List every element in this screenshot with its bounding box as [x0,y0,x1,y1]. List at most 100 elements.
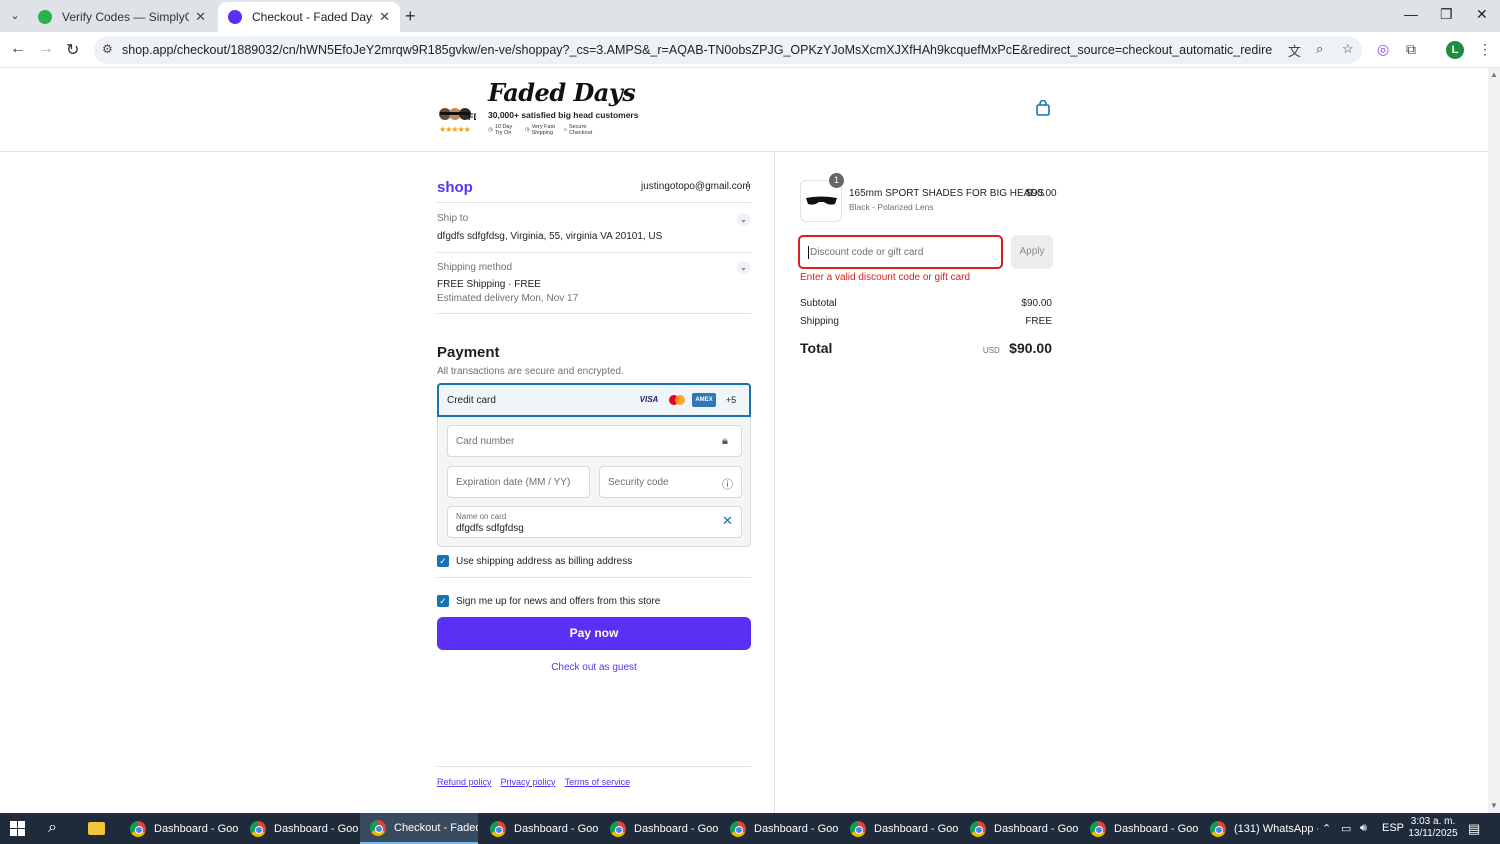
help-question-icon[interactable]: ⓘ [722,476,733,492]
trust-badges: ◷ 10 Day Try On ◷ Very Fast Shipping ⌂ Secu… [488,124,593,136]
card-number-field[interactable]: Card number 🔒︎ [447,425,742,457]
payment-title: Payment [437,344,500,361]
taskbar-app[interactable]: Dashboard - Goo... [240,813,358,844]
network-icon[interactable]: ▭ [1341,822,1351,835]
reload-icon[interactable]: ↻ [66,40,79,60]
taskbar-app-active[interactable]: Checkout - Faded... [360,813,478,844]
divider [437,577,751,578]
shipping-value: FREE [1025,316,1052,327]
volume-icon[interactable]: 🔊︎ [1360,822,1367,835]
close-tab-icon[interactable]: ✕ [195,9,206,25]
chrome-icon [1210,820,1226,837]
rating-stars: ★★★★★ [439,125,471,134]
total-row: Total USD $90.00 [800,340,1052,358]
calendar-icon: ◷ [488,127,493,133]
trust-badge: ⌂ Secure Checkout [563,124,593,136]
security-code-field[interactable]: Security code ⓘ [599,466,742,498]
product-price: $90.00 [1026,188,1057,199]
new-tab-icon[interactable]: + [405,6,416,27]
close-window-icon[interactable]: ✕ [1476,6,1488,23]
chrome-icon [490,820,506,837]
language-indicator[interactable]: ESP [1382,822,1404,834]
tab-strip: ⌄ Verify Codes — SimplyCodes ✕ Checkout … [0,0,1500,32]
truck-icon: ◷ [524,127,530,133]
tray-chevron-icon[interactable]: ⌃ [1322,822,1331,835]
terms-of-service-link[interactable]: Terms of service [565,777,631,787]
address-bar[interactable]: ⚙ shop.app/checkout/1889032/cn/hWN5EfoJe… [94,36,1362,64]
browser-toolbar: ← → ↻ ⚙ shop.app/checkout/1889032/cn/hWN… [0,32,1500,68]
account-menu-icon[interactable]: ⋮ [742,179,754,193]
search-icon[interactable]: ⌕ [48,819,57,837]
zoom-icon[interactable]: ⌕ [1316,41,1323,57]
taskbar-app[interactable]: (131) WhatsApp -... [1200,813,1318,844]
taskbar-app[interactable]: Dashboard - Goo... [840,813,958,844]
taskbar-app[interactable]: Dashboard - Goo... [960,813,1078,844]
ship-to-chevron-icon[interactable]: ⌄ [737,213,750,226]
clear-field-icon[interactable]: ✕ [722,513,733,529]
store-logo[interactable]: Faded Days [488,78,636,107]
page-scrollbar[interactable]: ▲ ▼ [1488,68,1500,813]
clock-time: 3:03 a. m. [1410,816,1456,827]
pay-now-button[interactable]: Pay now [437,617,751,650]
scroll-down-icon[interactable]: ▼ [1490,801,1498,810]
total-label: Total [800,340,833,356]
refund-policy-link[interactable]: Refund policy [437,777,492,787]
chrome-icon [970,820,986,837]
chrome-icon [730,820,746,837]
extensions-puzzle-icon[interactable]: ⧉ [1406,41,1416,58]
taskbar-app[interactable]: Dashboard - Goo... [1080,813,1198,844]
forward-icon[interactable]: → [38,40,54,58]
restore-icon[interactable]: ❐ [1440,6,1453,23]
bookmark-star-icon[interactable]: ☆ [1342,41,1354,57]
apply-discount-button[interactable]: Apply [1011,235,1053,269]
url-text[interactable]: shop.app/checkout/1889032/cn/hWN5EfoJeY2… [122,43,1272,57]
checkout-page: FD ★★★★★ Faded Days 30,000+ satisfied bi… [0,68,1488,813]
taskbar-clock[interactable]: 3:03 a. m. 13/11/2025 [1404,816,1462,840]
discount-code-input[interactable]: Discount code or gift card [798,235,1003,269]
simplycodes-favicon-icon [38,10,52,24]
tab-search-chevron-icon[interactable]: ⌄ [6,7,24,25]
tab-simplycodes[interactable]: Verify Codes — SimplyCodes ✕ [28,2,216,32]
cart-bag-icon[interactable] [1036,99,1050,120]
credit-card-label: Credit card [447,395,496,406]
clock-date: 13/11/2025 [1408,828,1458,839]
credit-card-option[interactable]: Credit card VISA AMEX +5 [437,383,751,417]
check-out-as-guest-link[interactable]: Check out as guest [437,662,751,673]
file-explorer-icon[interactable] [88,822,105,835]
notifications-icon[interactable]: ▤ [1468,821,1480,837]
site-info-icon[interactable]: ⚙ [102,42,113,56]
tab-checkout[interactable]: Checkout - Faded Days Sunglas ✕ [218,2,400,32]
privacy-policy-link[interactable]: Privacy policy [501,777,556,787]
svg-text:FD: FD [468,112,476,122]
windows-start-icon[interactable] [10,821,25,836]
taskbar-app[interactable]: Dashboard - Goo... [480,813,598,844]
subtotal-label: Subtotal [800,298,837,309]
shipping-label: Shipping [800,316,839,327]
taskbar-app[interactable]: Dashboard - Goo... [600,813,718,844]
extension-circle-icon[interactable]: ◎ [1377,41,1389,58]
subtotal-value: $90.00 [1021,298,1052,309]
taskbar-app[interactable]: Dashboard - Goo... [120,813,238,844]
billing-checkbox-icon[interactable]: ✓ [437,555,449,567]
newsletter-checkbox-row[interactable]: ✓ Sign me up for news and offers from th… [437,595,660,607]
browser-menu-icon[interactable]: ⋮ [1478,41,1492,58]
mastercard-icon [667,393,687,407]
sunglasses-icon [806,196,837,205]
discount-placeholder: Discount code or gift card [810,247,924,258]
translate-icon[interactable]: 文 [1288,41,1301,60]
profile-avatar[interactable]: L [1446,41,1464,59]
name-on-card-value: dfgdfs sdfgfdsg [456,523,524,534]
expiration-date-field[interactable]: Expiration date (MM / YY) [447,466,590,498]
name-on-card-field[interactable]: Name on card dfgdfs sdfgfdsg ✕ [447,506,742,538]
taskbar-app[interactable]: Dashboard - Goo... [720,813,838,844]
scroll-up-icon[interactable]: ▲ [1490,70,1498,79]
billing-address-checkbox-row[interactable]: ✓ Use shipping address as billing addres… [437,555,632,567]
shipping-method-chevron-icon[interactable]: ⌄ [737,261,750,274]
store-tagline: 30,000+ satisfied big head customers [488,110,639,120]
chrome-icon [1090,820,1106,837]
newsletter-checkbox-icon[interactable]: ✓ [437,595,449,607]
name-on-card-label: Name on card [456,512,507,521]
back-icon[interactable]: ← [10,40,26,58]
close-tab-icon[interactable]: ✕ [379,9,390,25]
minimize-icon[interactable]: — [1404,6,1418,22]
